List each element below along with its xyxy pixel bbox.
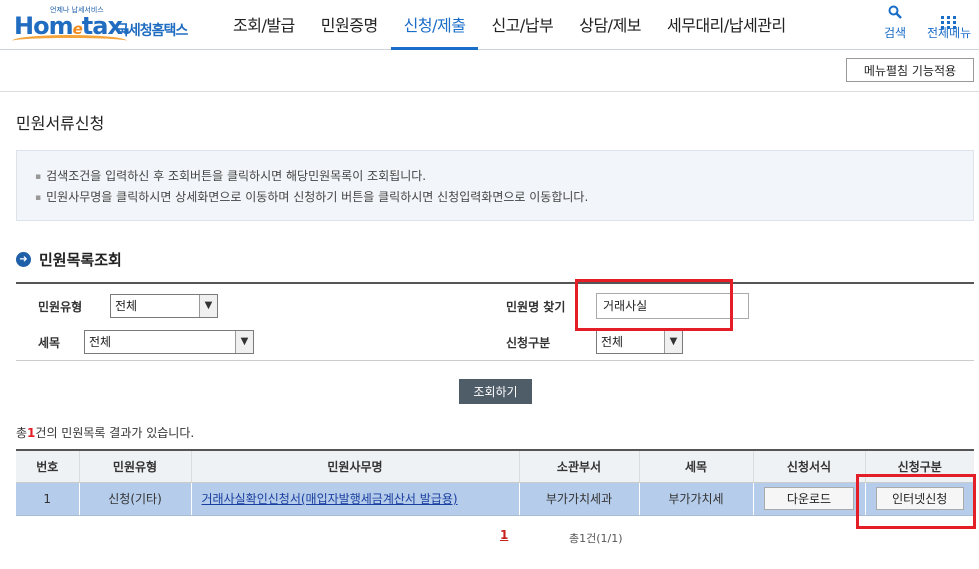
tax-label: 세목	[38, 336, 61, 350]
header-search-label: 검색	[884, 26, 907, 40]
nav-item-consult[interactable]: 상담/제보	[566, 0, 654, 50]
arrow-circle-icon: ➜	[16, 252, 31, 267]
header-search-button[interactable]: 검색	[884, 4, 906, 41]
type-select[interactable]: 전체 ▼	[110, 294, 218, 318]
chevron-down-icon: ▼	[199, 295, 217, 317]
result-prefix: 총	[16, 426, 28, 440]
chevron-down-icon: ▼	[235, 331, 253, 353]
page-total: 총1건(1/1)	[569, 532, 623, 545]
nav-item-application[interactable]: 신청/제출	[390, 0, 479, 50]
apply-label: 신청구분	[506, 336, 551, 350]
result-table: 번호 민원유형 민원사무명 소관부서 세목 신청서식 신청구분 1 신청(기타)…	[16, 449, 974, 516]
nav-item-agent[interactable]: 세무대리/납세관리	[654, 0, 799, 50]
type-label: 민원유형	[38, 300, 83, 314]
column-header: 소관부서	[519, 449, 640, 483]
page-title: 민원서류신청	[16, 114, 105, 133]
logo-swoosh	[12, 35, 127, 41]
download-button[interactable]: 다운로드	[764, 487, 854, 510]
name-search-input[interactable]: 거래사실	[596, 293, 749, 319]
type-select-value: 전체	[115, 299, 138, 313]
menu-expand-button[interactable]: 메뉴펼침 기능적용	[846, 58, 974, 82]
nav-item-certificate[interactable]: 민원증명	[308, 0, 391, 50]
logo-subtitle: 국세청홈택스	[116, 23, 188, 39]
info-box: 검색조건을 입력하신 후 조회버튼을 클릭하시면 해당민원목록이 조회됩니다. …	[16, 150, 974, 221]
apply-select-value: 전체	[601, 335, 624, 349]
apply-select[interactable]: 전체 ▼	[596, 330, 683, 354]
column-header: 신청구분	[865, 449, 974, 483]
tax-select[interactable]: 전체 ▼	[84, 330, 254, 354]
table-header-row: 번호 민원유형 민원사무명 소관부서 세목 신청서식 신청구분	[16, 449, 974, 483]
info-line: 민원사무명을 클릭하시면 상세화면으로 이동하며 신청하기 버튼을 클릭하시면 …	[35, 188, 955, 209]
cell-type: 신청(기타)	[79, 482, 192, 516]
column-header: 민원사무명	[191, 449, 520, 483]
page-number-current[interactable]: 1	[500, 528, 508, 542]
column-header: 번호	[16, 449, 80, 483]
section-title: ➜ 민원목록조회	[16, 249, 122, 270]
civil-service-link[interactable]: 거래사실확인신청서(매입자발행세금계산서 발급용)	[202, 492, 458, 506]
cell-tax: 부가가치세	[639, 482, 754, 516]
column-header: 세목	[639, 449, 754, 483]
column-header: 신청서식	[753, 449, 866, 483]
search-button[interactable]: 조회하기	[459, 379, 532, 404]
name-label: 민원명 찾기	[506, 300, 566, 314]
chevron-down-icon: ▼	[664, 331, 682, 353]
info-line: 검색조건을 입력하신 후 조회버튼을 클릭하시면 해당민원목록이 조회됩니다.	[35, 167, 955, 188]
cell-name: 거래사실확인신청서(매입자발행세금계산서 발급용)	[191, 482, 520, 516]
grid-menu-icon	[927, 4, 971, 29]
nav-item-inquiry[interactable]: 조회/발급	[220, 0, 308, 50]
column-header: 민원유형	[79, 449, 192, 483]
sub-toolbar: 메뉴펼침 기능적용	[0, 50, 979, 92]
main-nav: 조회/발급 민원증명 신청/제출 신고/납부 상담/제보 세무대리/납세관리	[220, 0, 799, 50]
top-header: 언제나 납세서비스 Hometax. 국세청홈택스 조회/발급 민원증명 신청/…	[0, 0, 979, 50]
search-icon	[884, 4, 906, 24]
cell-form: 다운로드	[753, 482, 866, 516]
search-form: 민원유형 전체 ▼ 민원명 찾기 거래사실 세목 전체 ▼ 신청구분 전체 ▼	[16, 282, 974, 361]
hometax-logo[interactable]: 언제나 납세서비스 Hometax. 국세청홈택스	[12, 4, 202, 46]
result-count: 총1건의 민원목록 결과가 있습니다.	[16, 424, 194, 441]
nav-item-filing[interactable]: 신고/납부	[478, 0, 566, 50]
tax-select-value: 전체	[89, 335, 112, 349]
header-all-menu-label: 전체메뉴	[927, 26, 972, 40]
cell-apply: 인터넷신청	[865, 482, 974, 516]
cell-no: 1	[16, 482, 80, 516]
section-title-text: 민원목록조회	[39, 251, 122, 269]
header-all-menu-button[interactable]: 전체메뉴	[927, 4, 971, 41]
table-row[interactable]: 1 신청(기타) 거래사실확인신청서(매입자발행세금계산서 발급용) 부가가치세…	[16, 482, 974, 516]
cell-dept: 부가가치세과	[519, 482, 640, 516]
result-suffix: 건의 민원목록 결과가 있습니다.	[35, 426, 195, 440]
internet-apply-button[interactable]: 인터넷신청	[875, 487, 964, 510]
